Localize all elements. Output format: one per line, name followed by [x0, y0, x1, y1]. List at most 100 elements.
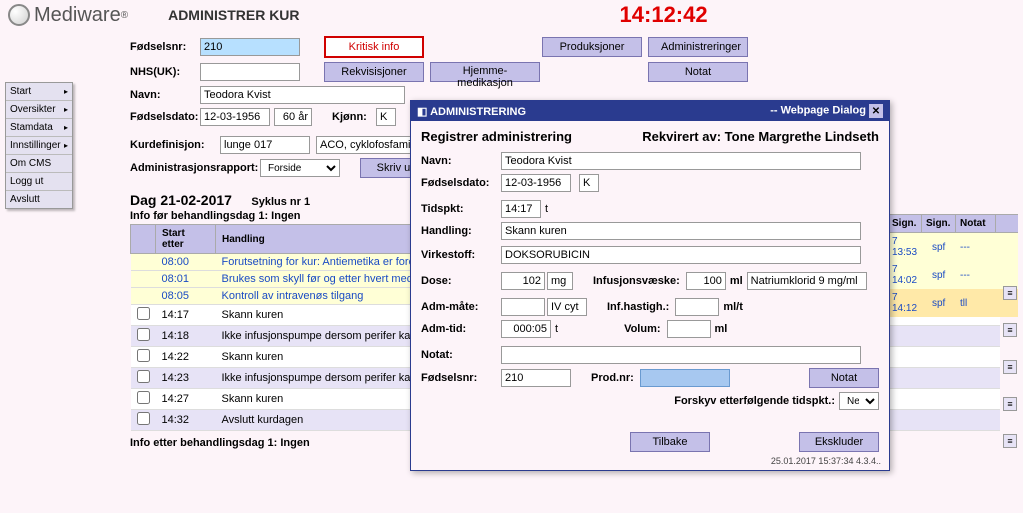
kjonn-label: Kjønn: [332, 111, 376, 123]
col-start: Start etter [156, 225, 216, 254]
dlg-fodselsnr-input[interactable] [501, 369, 571, 387]
nav-start[interactable]: Start▸ [6, 83, 72, 101]
row-checkbox[interactable] [137, 349, 150, 362]
page-title: ADMINISTRER KUR [168, 7, 299, 23]
day-title: Dag 21-02-2017 [130, 192, 232, 208]
infv-unit: ml [730, 275, 743, 287]
dlg-admmate-input[interactable] [501, 298, 545, 316]
dialog-subtitle: -- Webpage Dialog [770, 105, 866, 117]
kurdef1-input[interactable] [220, 136, 310, 154]
dialog-timestamp: 25.01.2017 15:37:34 4.3.4.. [411, 456, 889, 470]
nav-logg-ut[interactable]: Logg ut [6, 173, 72, 191]
row-checkbox[interactable] [137, 328, 150, 341]
close-icon[interactable]: ✕ [869, 104, 883, 118]
volum-unit: ml [715, 323, 728, 335]
dlg-notat-button[interactable]: Notat [809, 368, 879, 388]
dlg-infv-type[interactable] [747, 272, 867, 290]
dlg-handling-label: Handling: [421, 225, 501, 237]
tilbake-button[interactable]: Tilbake [630, 432, 710, 452]
sign-row[interactable]: 7 14:02spf--- [888, 261, 1018, 289]
infh-unit: ml/t [723, 301, 743, 313]
kjonn-input[interactable] [376, 108, 396, 126]
nhs-label: NHS(UK): [130, 66, 200, 78]
dlg-prodnr-label: Prod.nr: [591, 372, 634, 384]
navn-label: Navn: [130, 89, 200, 101]
row-checkbox[interactable] [137, 370, 150, 383]
kritisk-info-button[interactable]: Kritisk info [324, 36, 424, 58]
nhs-input[interactable] [200, 63, 300, 81]
fodselsdato-input[interactable] [200, 108, 270, 126]
dlg-dose-unit [547, 272, 573, 290]
right-sign-panel: Sign. Sign. Notat 7 13:53spf--- 7 14:02s… [888, 214, 1018, 317]
fodselsdato-label: Fødselsdato: [130, 111, 200, 123]
nav-om-cms[interactable]: Om CMS [6, 155, 72, 173]
administrering-dialog: ◧ ADMINISTRERING -- Webpage Dialog ✕ Reg… [410, 100, 890, 471]
dlg-admmate-type [547, 298, 587, 316]
dlg-fodselsnr-label: Fødselsnr: [421, 372, 501, 384]
admrapp-label: Administrasjonsrapport: [130, 162, 260, 174]
row-action-icon[interactable]: ≡ [1003, 434, 1017, 448]
dlg-notat-input[interactable] [501, 346, 861, 364]
dlg-infh-input[interactable] [675, 298, 719, 316]
dlg-kjonn-input[interactable] [579, 174, 599, 192]
dlg-fodselsdato-label: Fødselsdato: [421, 177, 501, 189]
dlg-admmate-label: Adm-måte: [421, 301, 501, 313]
dlg-admtid-label: Adm-tid: [421, 323, 501, 335]
dialog-title-icon: ◧ [417, 106, 427, 118]
row-action-icon[interactable]: ≡ [1003, 360, 1017, 374]
row-action-icon[interactable]: ≡ [1003, 397, 1017, 411]
dlg-virkestoff-input[interactable] [501, 246, 861, 264]
forskyv-select[interactable]: Nei [839, 392, 879, 410]
brand-text: Mediware [34, 4, 121, 27]
side-nav: Start▸ Oversikter▸ Stamdata▸ Innstilling… [5, 82, 73, 209]
admtid-unit: t [555, 323, 558, 335]
navn-input[interactable] [200, 86, 405, 104]
t-unit: t [545, 203, 548, 215]
dlg-dose-label: Dose: [421, 275, 501, 287]
nav-oversikter[interactable]: Oversikter▸ [6, 101, 72, 119]
row-checkbox[interactable] [137, 307, 150, 320]
dlg-tidspkt-input[interactable] [501, 200, 541, 218]
ekskluder-button[interactable]: Ekskluder [799, 432, 879, 452]
rekvisisjoner-button[interactable]: Rekvisisjoner [324, 62, 424, 82]
nav-stamdata[interactable]: Stamdata▸ [6, 119, 72, 137]
sign-row[interactable]: 7 14:12spftll [888, 289, 1018, 317]
dialog-title: ADMINISTRERING [430, 106, 526, 118]
nav-avslutt[interactable]: Avslutt [6, 191, 72, 208]
fodselsnr-input[interactable] [200, 38, 300, 56]
dialog-heading: Registrer administrering [421, 129, 572, 144]
dlg-infv-input[interactable] [686, 272, 726, 290]
dlg-volum-input[interactable] [667, 320, 711, 338]
sign-row[interactable]: 7 13:53spf--- [888, 233, 1018, 261]
dlg-notat-label: Notat: [421, 349, 501, 361]
dlg-volum-label: Volum: [624, 323, 660, 335]
rekvirert-label: Rekvirert av: [642, 129, 721, 144]
logo: Mediware® [8, 4, 128, 27]
dlg-infv-label: Infusjonsvæske: [593, 275, 680, 287]
dlg-handling-input[interactable] [501, 222, 861, 240]
logo-icon [8, 4, 30, 26]
nav-innstillinger[interactable]: Innstillinger▸ [6, 137, 72, 155]
row-action-icon[interactable]: ≡ [1003, 286, 1017, 300]
dlg-dose-input[interactable] [501, 272, 545, 290]
row-checkbox[interactable] [137, 391, 150, 404]
admrapp-select[interactable]: Forside [260, 159, 340, 177]
row-checkbox[interactable] [137, 412, 150, 425]
dlg-navn-input[interactable] [501, 152, 861, 170]
clock: 14:12:42 [620, 2, 708, 28]
alder-input [274, 108, 312, 126]
administreringer-button[interactable]: Administreringer [648, 37, 748, 57]
dlg-tidspkt-label: Tidspkt: [421, 203, 501, 215]
dlg-admtid-input[interactable] [501, 320, 551, 338]
dlg-navn-label: Navn: [421, 155, 501, 167]
row-action-icon[interactable]: ≡ [1003, 323, 1017, 337]
fodselsnr-label: Fødselsnr: [130, 41, 200, 53]
forskyv-label: Forskyv etterfølgende tidspkt.: [674, 395, 835, 407]
dlg-fodselsdato-input[interactable] [501, 174, 571, 192]
hjemme-medikasjon-button[interactable]: Hjemme-medikasjon [430, 62, 540, 82]
notat-button[interactable]: Notat [648, 62, 748, 82]
dlg-virkestoff-label: Virkestoff: [421, 249, 501, 261]
produksjoner-button[interactable]: Produksjoner [542, 37, 642, 57]
dlg-prodnr-input[interactable] [640, 369, 730, 387]
syklus: Syklus nr 1 [251, 196, 310, 208]
